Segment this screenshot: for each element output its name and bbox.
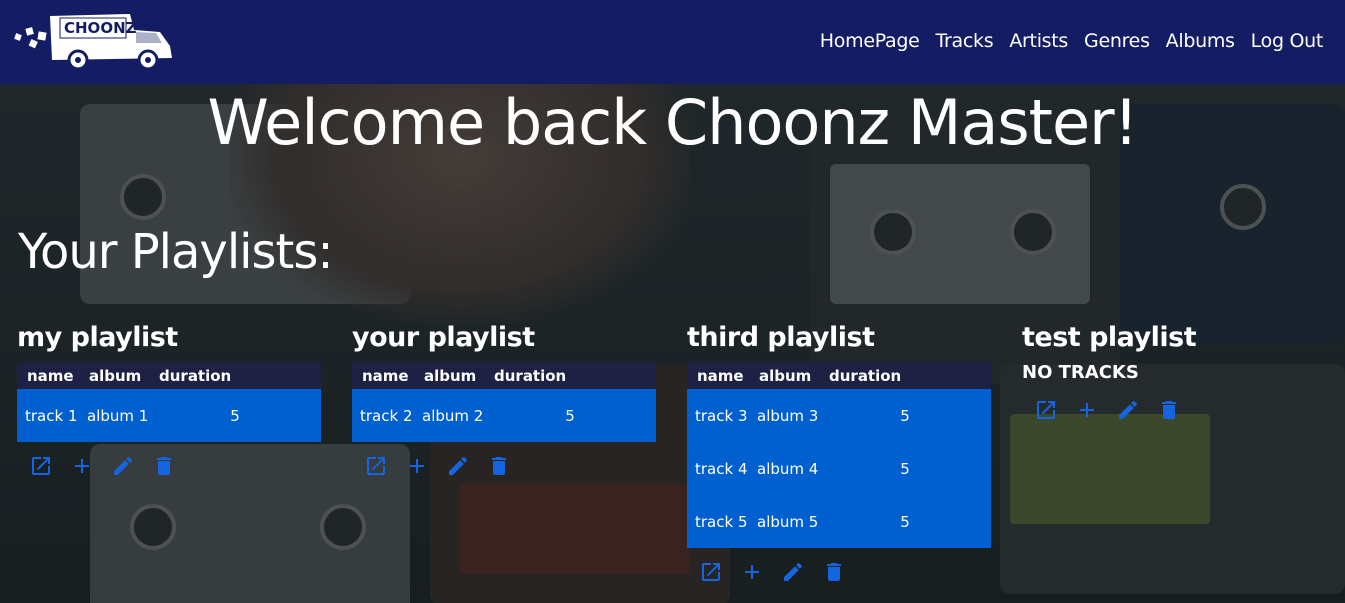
playlist-title: my playlist — [17, 322, 178, 353]
delete-icon[interactable] — [1157, 398, 1181, 422]
playlists-heading: Your Playlists: — [18, 224, 334, 280]
track-name: track 3 — [687, 389, 749, 442]
tracks-table: name album duration track 2 album 2 5 — [352, 362, 656, 442]
delete-icon[interactable] — [487, 454, 511, 478]
welcome-heading: Welcome back Choonz Master! — [207, 86, 1139, 159]
track-duration: 5 — [819, 389, 991, 442]
column-header-duration: duration — [484, 362, 656, 389]
track-album: album 4 — [749, 442, 819, 495]
track-name: track 2 — [352, 389, 414, 442]
column-header-album: album — [749, 362, 819, 389]
column-header-name: name — [352, 362, 414, 389]
nav-link-albums[interactable]: Albums — [1166, 30, 1235, 52]
track-album: album 2 — [414, 389, 484, 442]
nav-link-genres[interactable]: Genres — [1084, 30, 1150, 52]
open-icon[interactable] — [364, 454, 388, 478]
main-content: Welcome back Choonz Master! Your Playlis… — [0, 84, 1345, 603]
edit-icon[interactable] — [1116, 398, 1140, 422]
edit-icon[interactable] — [446, 454, 470, 478]
delete-icon[interactable] — [822, 560, 846, 584]
playlist-card: my playlist name album duration track 1 … — [17, 320, 322, 478]
add-icon[interactable] — [740, 560, 764, 584]
no-tracks-label: NO TRACKS — [1022, 362, 1139, 383]
edit-icon[interactable] — [111, 454, 135, 478]
playlist-card: test playlist NO TRACKS — [1022, 320, 1327, 422]
table-row[interactable]: track 2 album 2 5 — [352, 389, 656, 442]
add-icon[interactable] — [405, 454, 429, 478]
tracks-table: name album duration track 3 album 3 5 tr… — [687, 362, 991, 548]
add-icon[interactable] — [1075, 398, 1099, 422]
choonz-logo[interactable]: CHOONZ — [12, 10, 174, 72]
edit-icon[interactable] — [781, 560, 805, 584]
column-header-duration: duration — [149, 362, 321, 389]
playlist-actions — [17, 454, 322, 478]
track-name: track 4 — [687, 442, 749, 495]
delete-icon[interactable] — [152, 454, 176, 478]
add-icon[interactable] — [70, 454, 94, 478]
track-name: track 1 — [17, 389, 79, 442]
playlist-actions — [687, 560, 992, 584]
track-album: album 3 — [749, 389, 819, 442]
nav-link-artists[interactable]: Artists — [1009, 30, 1068, 52]
table-row[interactable]: track 5 album 5 5 — [687, 495, 991, 548]
column-header-duration: duration — [819, 362, 991, 389]
table-row[interactable]: track 1 album 1 5 — [17, 389, 321, 442]
track-duration: 5 — [149, 389, 321, 442]
nav-link-logout[interactable]: Log Out — [1251, 30, 1324, 52]
nav-link-homepage[interactable]: HomePage — [820, 30, 920, 52]
track-duration: 5 — [819, 442, 991, 495]
track-duration: 5 — [819, 495, 991, 548]
column-header-name: name — [17, 362, 79, 389]
open-icon[interactable] — [1034, 398, 1058, 422]
open-icon[interactable] — [29, 454, 53, 478]
nav-link-tracks[interactable]: Tracks — [936, 30, 994, 52]
column-header-name: name — [687, 362, 749, 389]
playlist-actions — [1022, 398, 1327, 422]
table-row[interactable]: track 4 album 4 5 — [687, 442, 991, 495]
playlist-title: third playlist — [687, 322, 875, 353]
column-header-album: album — [79, 362, 149, 389]
track-duration: 5 — [484, 389, 656, 442]
nav-links: HomePage Tracks Artists Genres Albums Lo… — [820, 30, 1324, 52]
table-row[interactable]: track 3 album 3 5 — [687, 389, 991, 442]
tracks-table: name album duration track 1 album 1 5 — [17, 362, 321, 442]
track-name: track 5 — [687, 495, 749, 548]
playlist-card: third playlist name album duration track… — [687, 320, 992, 584]
navbar: CHOONZ HomePage Tracks Artists Genres Al… — [0, 0, 1345, 84]
playlist-actions — [352, 454, 657, 478]
playlist-title: test playlist — [1022, 322, 1197, 353]
playlist-title: your playlist — [352, 322, 535, 353]
column-header-album: album — [414, 362, 484, 389]
track-album: album 1 — [79, 389, 149, 442]
playlist-card: your playlist name album duration track … — [352, 320, 657, 478]
logo-text: CHOONZ — [64, 19, 137, 37]
open-icon[interactable] — [699, 560, 723, 584]
track-album: album 5 — [749, 495, 819, 548]
